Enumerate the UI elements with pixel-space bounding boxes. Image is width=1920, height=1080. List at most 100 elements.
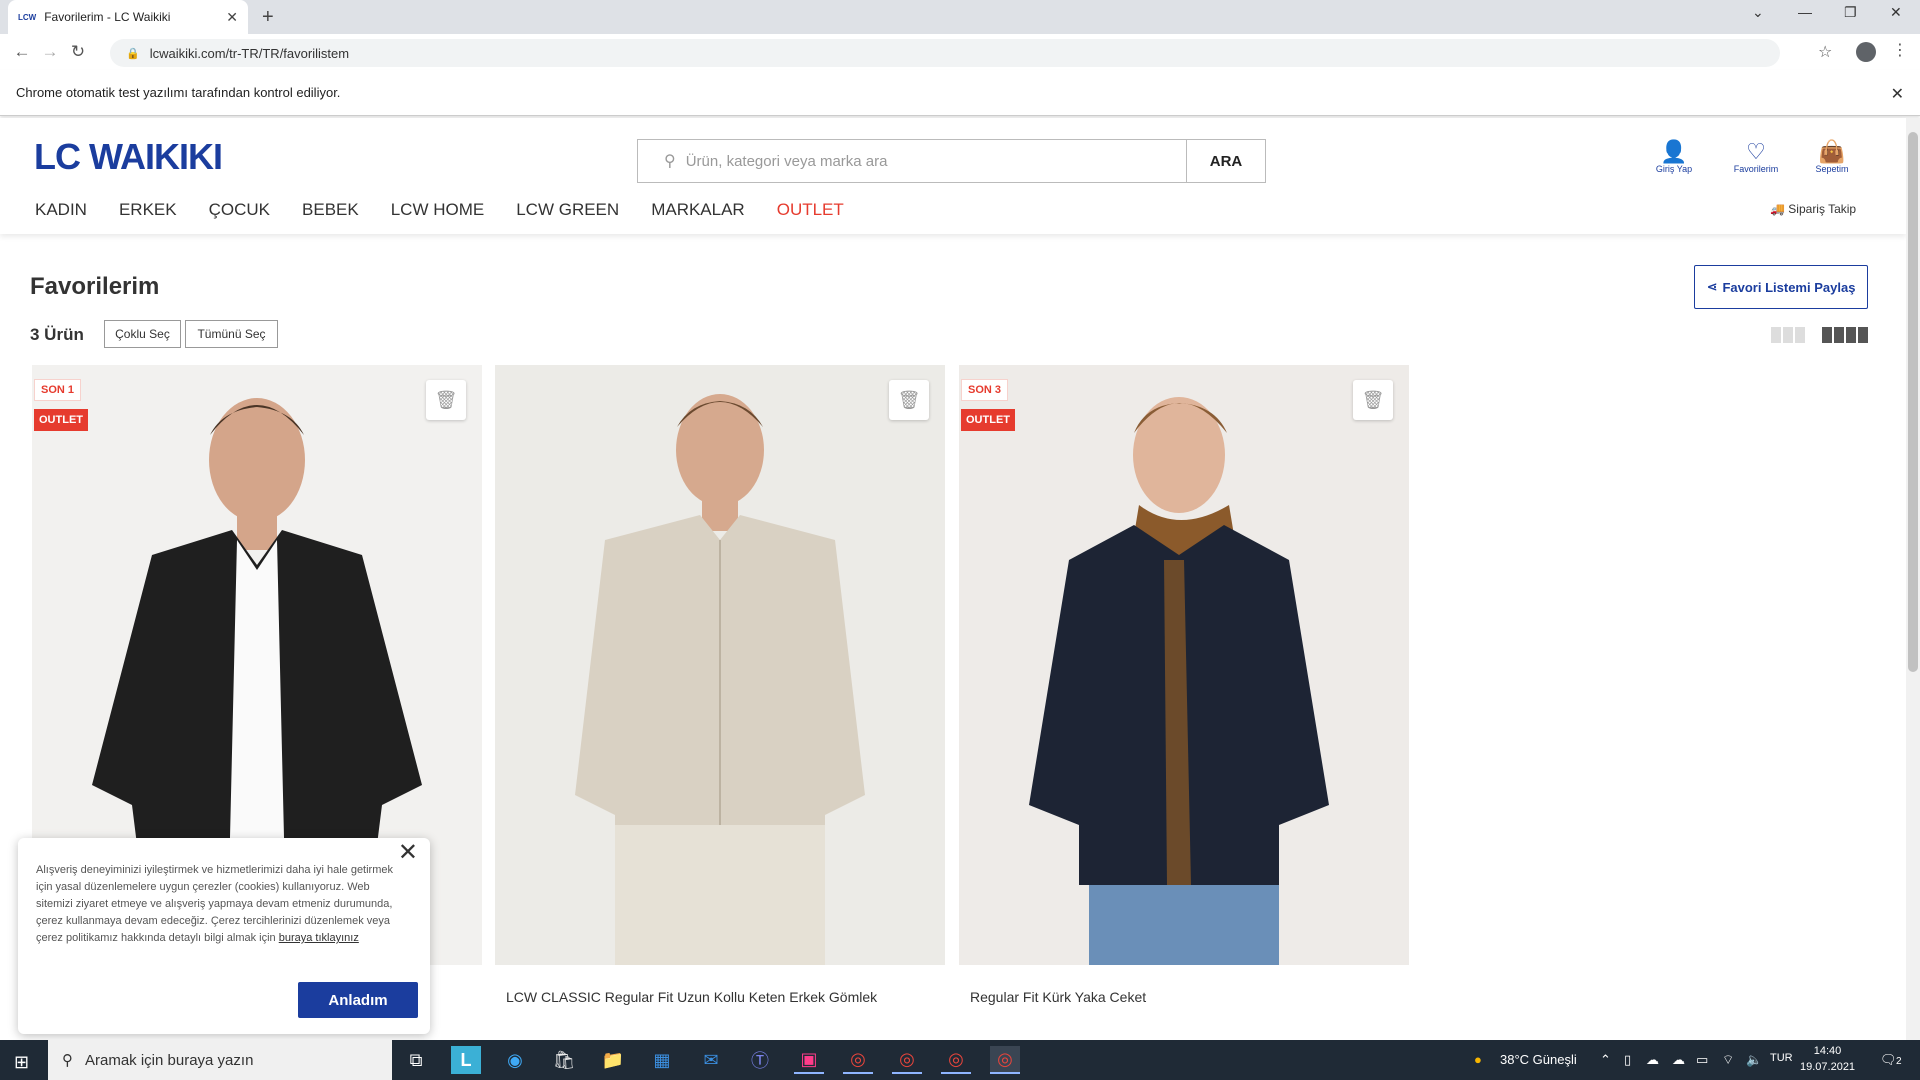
lcw-logo[interactable]: LC WAIKIKI: [34, 136, 223, 178]
outlet-badge: OUTLET: [34, 409, 88, 431]
shopping-bag-icon: 👜: [1818, 139, 1846, 164]
new-tab-icon[interactable]: +: [262, 6, 274, 29]
infobar-close-icon[interactable]: ✕: [1891, 84, 1904, 104]
reload-icon[interactable]: ↻: [64, 42, 92, 62]
weather-text[interactable]: 38°C Güneşli: [1500, 1052, 1577, 1067]
profile-avatar[interactable]: [1856, 42, 1876, 62]
tray-chevron-icon[interactable]: ⌃: [1600, 1052, 1611, 1068]
store-icon[interactable]: 🛍: [549, 1046, 579, 1074]
notification-count: 2: [1896, 1056, 1902, 1067]
main-nav: KADIN ERKEK ÇOCUK BEBEK LCW HOME LCW GRE…: [35, 200, 876, 220]
bookmark-star-icon[interactable]: ☆: [1818, 42, 1832, 62]
product-image[interactable]: SON 3 OUTLET 🗑: [959, 365, 1409, 965]
product-card[interactable]: 🗑 LCW CLASSIC Regular Fit Uzun Kollu Ket…: [495, 365, 945, 1005]
cart-button[interactable]: 👜 Sepetim: [1802, 139, 1862, 175]
chrome-icon[interactable]: ◎: [843, 1046, 873, 1074]
clock-date: 19.07.2021: [1800, 1061, 1856, 1073]
nav-bebek[interactable]: BEBEK: [302, 200, 359, 220]
nav-lcw-home[interactable]: LCW HOME: [391, 200, 485, 220]
edge-icon[interactable]: ◉: [500, 1046, 530, 1074]
search-placeholder: Ürün, kategori veya marka ara: [685, 152, 888, 170]
tray-device-icon[interactable]: ▯: [1624, 1052, 1631, 1068]
outlet-badge: OUTLET: [961, 409, 1015, 431]
trash-icon: 🗑: [897, 389, 921, 410]
taskbar-clock[interactable]: 14:40 19.07.2021: [1800, 1043, 1855, 1075]
intellij-icon[interactable]: ▣: [794, 1046, 824, 1074]
chrome-icon[interactable]: ◎: [892, 1046, 922, 1074]
chrome-menu-icon[interactable]: ⋮: [1892, 40, 1908, 60]
mail-icon[interactable]: ✉: [696, 1046, 726, 1074]
cart-label: Sepetim: [1815, 164, 1849, 174]
back-icon[interactable]: ←: [8, 42, 36, 62]
order-tracking-link[interactable]: 🚚 Sipariş Takip: [1770, 202, 1856, 216]
profile-menu-icon[interactable]: ⌄: [1752, 4, 1764, 21]
taskbar-search-input[interactable]: ⚲ Aramak için buraya yazın: [48, 1040, 392, 1080]
search-icon: ⚲: [664, 153, 676, 170]
cookie-accept-button[interactable]: Anladım: [298, 982, 418, 1018]
taskbar-search-icon: ⚲: [62, 1052, 73, 1069]
nav-outlet[interactable]: OUTLET: [777, 200, 844, 220]
windows-start-icon[interactable]: ⊞: [14, 1052, 29, 1073]
chrome-icon[interactable]: ◎: [990, 1046, 1020, 1074]
language-indicator[interactable]: TUR: [1770, 1052, 1793, 1064]
nav-erkek[interactable]: ERKEK: [119, 200, 177, 220]
cookie-policy-link[interactable]: buraya tıklayınız: [279, 932, 359, 944]
minimize-icon[interactable]: —: [1798, 4, 1812, 20]
taskbar-search-placeholder: Aramak için buraya yazın: [85, 1051, 254, 1069]
nav-cocuk[interactable]: ÇOCUK: [209, 200, 270, 220]
browser-toolbar: ← → ↻ 🔒 lcwaikiki.com/tr-TR/TR/favorilis…: [0, 34, 1920, 70]
file-explorer-icon[interactable]: 📁: [598, 1046, 628, 1074]
product-count: 3 Ürün: [30, 325, 84, 344]
nav-kadin[interactable]: KADIN: [35, 200, 87, 220]
product-card[interactable]: SON 3 OUTLET 🗑 Regular Fit Kürk Yaka Cek…: [959, 365, 1409, 1005]
cloud-icon[interactable]: ☁: [1672, 1052, 1685, 1068]
product-name[interactable]: Regular Fit Kürk Yaka Ceket: [959, 989, 1409, 1005]
search-input[interactable]: ⚲ Ürün, kategori veya marka ara: [637, 139, 1187, 183]
select-all-button[interactable]: Tümünü Seç: [185, 320, 278, 348]
remove-favorite-button[interactable]: 🗑: [426, 380, 466, 420]
user-icon: 👤: [1660, 139, 1688, 164]
chrome-icon[interactable]: ◎: [941, 1046, 971, 1074]
order-tracking-label: Sipariş Takip: [1788, 202, 1857, 216]
address-bar[interactable]: 🔒 lcwaikiki.com/tr-TR/TR/favorilistem: [110, 39, 1780, 67]
app-l-icon[interactable]: L: [451, 1046, 481, 1074]
grid-3-toggle[interactable]: [1771, 327, 1805, 343]
share-list-label: Favori Listemi Paylaş: [1722, 279, 1856, 295]
grid-4-toggle[interactable]: [1822, 327, 1868, 343]
infobar-text: Chrome otomatik test yazılımı tarafından…: [16, 85, 341, 100]
tab-strip: LCW Favorilerim - LC Waikiki ✕ + ⌄ — ❐ ✕: [0, 0, 1920, 34]
notification-icon[interactable]: 🗨: [1880, 1052, 1897, 1068]
wifi-icon[interactable]: ⌔: [1722, 1052, 1734, 1068]
tab-close-icon[interactable]: ✕: [226, 9, 238, 26]
remove-favorite-button[interactable]: 🗑: [1353, 380, 1393, 420]
share-icon: ⋖: [1706, 279, 1718, 294]
cookie-close-icon[interactable]: ✕: [398, 841, 418, 865]
teams-icon[interactable]: Ⓣ: [745, 1046, 775, 1074]
clock-time: 14:40: [1813, 1045, 1842, 1057]
scrollbar-thumb[interactable]: [1908, 132, 1918, 672]
volume-icon[interactable]: 🔈: [1746, 1052, 1762, 1068]
login-button[interactable]: 👤 Giriş Yap: [1644, 139, 1704, 175]
product-photo-jacket: [959, 365, 1409, 965]
nav-lcw-green[interactable]: LCW GREEN: [516, 200, 619, 220]
share-list-button[interactable]: ⋖ Favori Listemi Paylaş: [1694, 265, 1868, 309]
forward-icon[interactable]: →: [36, 42, 64, 62]
multi-select-button[interactable]: Çoklu Seç: [104, 320, 181, 348]
search-button[interactable]: ARA: [1186, 139, 1266, 183]
browser-tab[interactable]: LCW Favorilerim - LC Waikiki ✕: [8, 0, 248, 34]
product-name[interactable]: LCW CLASSIC Regular Fit Uzun Kollu Keten…: [495, 989, 945, 1005]
restore-icon[interactable]: ❐: [1844, 4, 1857, 21]
battery-icon[interactable]: ▭: [1696, 1052, 1708, 1068]
favorites-button[interactable]: ♡ Favorilerim: [1726, 140, 1786, 175]
product-image[interactable]: 🗑: [495, 365, 945, 965]
nav-markalar[interactable]: MARKALAR: [651, 200, 745, 220]
window-close-icon[interactable]: ✕: [1890, 4, 1902, 21]
windows-taskbar: ⊞ ⚲ Aramak için buraya yazın ⧉ L ◉ 🛍 📁 ▦…: [0, 1040, 1920, 1080]
task-view-icon[interactable]: ⧉: [401, 1046, 431, 1074]
remove-favorite-button[interactable]: 🗑: [889, 380, 929, 420]
login-label: Giriş Yap: [1655, 164, 1693, 174]
favorites-label: Favorilerim: [1733, 164, 1779, 174]
onedrive-icon[interactable]: ☁: [1646, 1052, 1659, 1068]
calendar-icon[interactable]: ▦: [647, 1046, 677, 1074]
cookie-banner: ✕ Alışveriş deneyiminizi iyileştirmek ve…: [18, 838, 430, 1034]
